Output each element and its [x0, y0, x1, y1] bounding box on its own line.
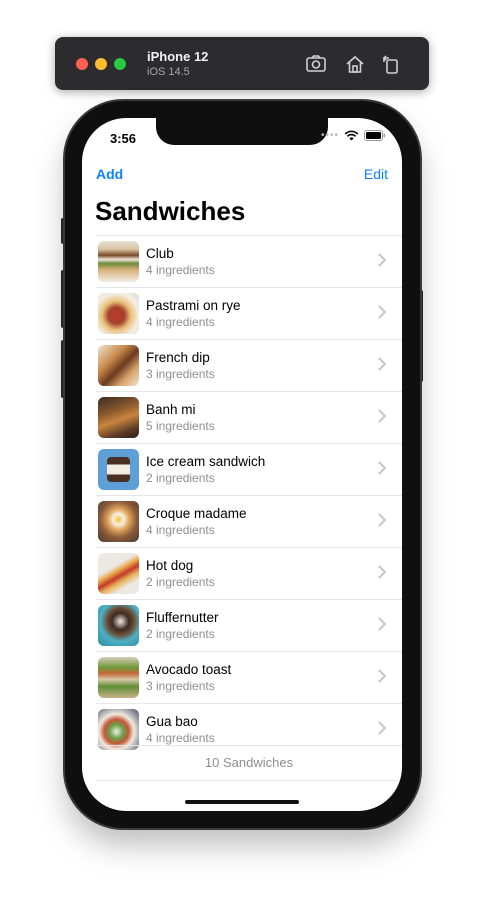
screenshot-icon[interactable]: [305, 53, 327, 75]
list-item[interactable]: Club 4 ingredients: [96, 235, 402, 287]
list-item[interactable]: Banh mi 5 ingredients: [96, 391, 402, 443]
rotate-icon[interactable]: [380, 53, 402, 75]
list-item-subtitle: 2 ingredients: [146, 575, 215, 589]
sandwich-count-footer: 10 Sandwiches: [96, 745, 402, 781]
list-item[interactable]: Pastrami on rye 4 ingredients: [96, 287, 402, 339]
device-screen: 3:56 •••• Add Edit Sandwiches Club 4 ing…: [82, 118, 402, 811]
home-indicator[interactable]: [185, 800, 299, 804]
list-item[interactable]: Ice cream sandwich 2 ingredients: [96, 443, 402, 495]
list-item-title: Croque madame: [146, 506, 247, 521]
chevron-right-icon: [378, 721, 386, 735]
close-window-button[interactable]: [76, 58, 88, 70]
list-item-subtitle: 4 ingredients: [146, 263, 215, 277]
list-item-subtitle: 2 ingredients: [146, 627, 215, 641]
sandwich-list: Club 4 ingredients Pastrami on rye 4 ing…: [96, 235, 402, 755]
wifi-icon: [344, 130, 359, 141]
list-item-subtitle: 3 ingredients: [146, 367, 215, 381]
simulator-os-version: iOS 14.5: [147, 66, 190, 78]
zoom-window-button[interactable]: [114, 58, 126, 70]
chevron-right-icon: [378, 565, 386, 579]
chevron-right-icon: [378, 357, 386, 371]
list-item-subtitle: 4 ingredients: [146, 315, 215, 329]
list-item-title: Hot dog: [146, 558, 194, 573]
simulator-device-name: iPhone 12: [147, 49, 209, 64]
list-item[interactable]: Fluffernutter 2 ingredients: [96, 599, 402, 651]
chevron-right-icon: [378, 617, 386, 631]
status-time: 3:56: [110, 131, 137, 146]
list-item-title: Ice cream sandwich: [146, 454, 266, 469]
list-item-subtitle: 2 ingredients: [146, 471, 215, 485]
sandwich-thumbnail: [98, 709, 139, 750]
home-icon[interactable]: [344, 53, 366, 75]
chevron-right-icon: [378, 409, 386, 423]
chevron-right-icon: [378, 513, 386, 527]
list-item-title: Club: [146, 246, 174, 261]
edit-button[interactable]: Edit: [364, 166, 388, 182]
sandwich-thumbnail: [98, 657, 139, 698]
notch: [156, 118, 328, 145]
list-item-subtitle: 3 ingredients: [146, 679, 215, 693]
list-item-subtitle: 4 ingredients: [146, 523, 215, 537]
chevron-right-icon: [378, 253, 386, 267]
list-item-title: Fluffernutter: [146, 610, 219, 625]
chevron-right-icon: [378, 669, 386, 683]
list-item-title: Avocado toast: [146, 662, 232, 677]
chevron-right-icon: [378, 305, 386, 319]
add-button[interactable]: Add: [96, 166, 123, 182]
list-item-title: Banh mi: [146, 402, 196, 417]
list-item-subtitle: 5 ingredients: [146, 419, 215, 433]
sandwich-thumbnail: [98, 345, 139, 386]
battery-icon: [364, 130, 385, 141]
sandwich-thumbnail: [98, 501, 139, 542]
sandwich-thumbnail: [98, 449, 139, 490]
status-icons: ••••: [321, 130, 386, 141]
list-item[interactable]: Avocado toast 3 ingredients: [96, 651, 402, 703]
sandwich-thumbnail: [98, 397, 139, 438]
sandwich-thumbnail: [98, 293, 139, 334]
chevron-right-icon: [378, 461, 386, 475]
list-item-subtitle: 4 ingredients: [146, 731, 215, 745]
list-item[interactable]: Croque madame 4 ingredients: [96, 495, 402, 547]
list-item[interactable]: Hot dog 2 ingredients: [96, 547, 402, 599]
minimize-window-button[interactable]: [95, 58, 107, 70]
sandwich-thumbnail: [98, 605, 139, 646]
list-item-title: Pastrami on rye: [146, 298, 241, 313]
page-title: Sandwiches: [95, 196, 246, 226]
list-item-title: French dip: [146, 350, 210, 365]
sandwich-thumbnail: [98, 553, 139, 594]
list-item[interactable]: French dip 3 ingredients: [96, 339, 402, 391]
cellular-signal-icon: ••••: [320, 130, 339, 141]
sandwich-thumbnail: [98, 241, 139, 282]
simulator-toolbar: iPhone 12 iOS 14.5: [55, 37, 429, 90]
list-item-title: Gua bao: [146, 714, 198, 729]
